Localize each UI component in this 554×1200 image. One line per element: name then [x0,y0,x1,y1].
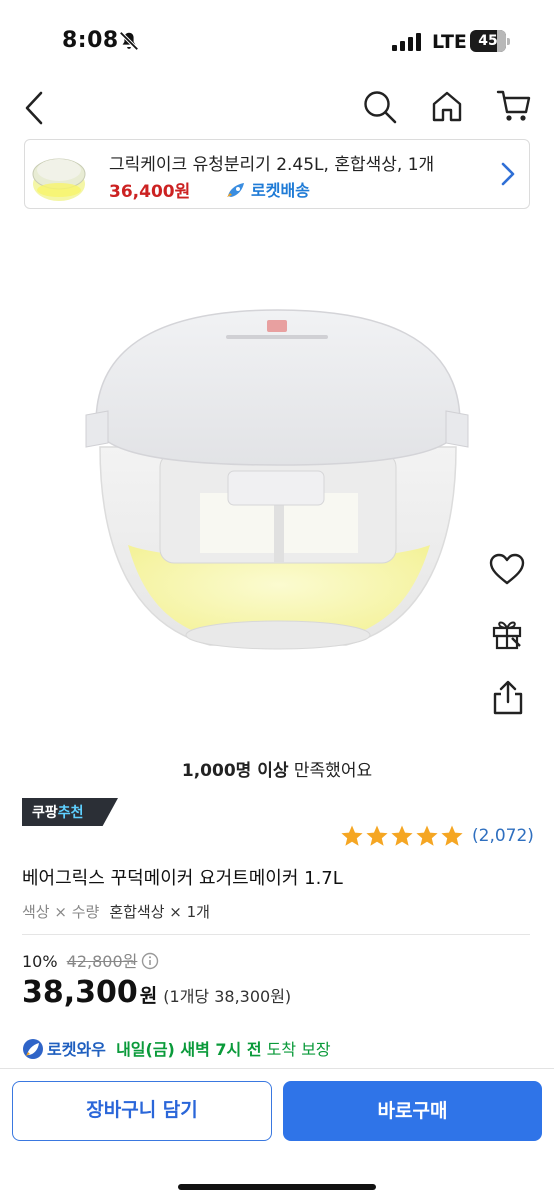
unit-price: (1개당 38,300원) [163,987,292,1006]
heart-icon[interactable] [488,552,526,586]
add-to-cart-button[interactable]: 장바구니 담기 [12,1081,272,1141]
product-name: 베어그릭스 꾸덕메이커 요거트메이커 1.7L [22,868,343,889]
rocket-wow-label: 로켓와우 [47,1040,106,1059]
back-icon[interactable] [22,90,46,126]
sale-currency: 원 [139,985,158,1007]
satisfaction-label: 만족했어요 [288,761,373,781]
battery-icon: 45 [470,30,510,52]
rocket-wow-icon [23,1039,43,1059]
option-value: 혼합색상 × 1개 [109,903,210,921]
status-time: 8:08 [62,28,119,53]
star-icon [366,825,388,846]
star-icon [416,825,438,846]
gift-icon[interactable] [490,616,524,650]
option-label: 색상 × 수량 [22,903,100,921]
product-image [85,309,469,650]
delivery-suffix: 도착 보장 [261,1040,331,1059]
share-icon[interactable] [491,680,525,716]
star-icon [441,825,463,846]
discount-rate: 10% [22,952,58,971]
top-nav [0,80,554,136]
related-product-price: 36,400원 [109,182,191,202]
home-indicator[interactable] [178,1184,376,1190]
battery-level: 45 [478,33,498,49]
rocket-icon [227,183,244,197]
original-price: 42,800원 [66,952,138,971]
bottom-action-bar: 장바구니 담기 바로구매 [0,1068,554,1200]
delivery-date: 내일(금) 새벽 7시 전 [116,1040,262,1059]
badge-label: 추천 [57,805,84,821]
sale-amount: 38,300 [22,975,138,1010]
chevron-right-icon [501,162,515,186]
related-product-banner[interactable]: 그릭케이크 유청분리기 2.45L, 혼합색상, 1개 36,400원 로켓배송 [24,139,530,209]
carrier-label: LTE [432,31,467,53]
info-icon[interactable] [141,952,159,970]
status-bar: 8:08 LTE 45 [0,0,554,80]
satisfaction-text: 1,000명 이상 만족했어요 [0,756,554,781]
star-icon [391,825,413,846]
option-line[interactable]: 색상 × 수량 혼합색상 × 1개 [22,901,210,922]
rocket-delivery-text: 로켓배송 [251,181,310,200]
badge-brand: 쿠팡 [32,805,58,821]
cart-icon[interactable] [496,89,532,123]
coupang-recommend-badge: 쿠팡추천 [22,798,118,826]
buy-now-button[interactable]: 바로구매 [283,1081,542,1141]
related-product-title: 그릭케이크 유청분리기 2.45L, 혼합색상, 1개 [109,155,435,175]
related-product-thumbnail [32,158,86,201]
discount-line: 10% 42,800원 [22,948,159,972]
sale-price: 38,300 원 (1개당 38,300원) [22,975,291,1010]
home-icon[interactable] [430,89,464,123]
review-count[interactable]: (2,072) [472,826,534,846]
satisfaction-count: 1,000명 이상 [181,761,289,781]
divider [22,934,530,935]
signal-icon [392,33,421,51]
bell-slash-icon [119,31,139,51]
rocket-delivery-label: 로켓배송 [225,177,310,201]
search-icon[interactable] [362,89,398,125]
star-icon [341,825,363,846]
delivery-info: 로켓와우 내일(금) 새벽 7시 전 도착 보장 [22,1036,331,1060]
